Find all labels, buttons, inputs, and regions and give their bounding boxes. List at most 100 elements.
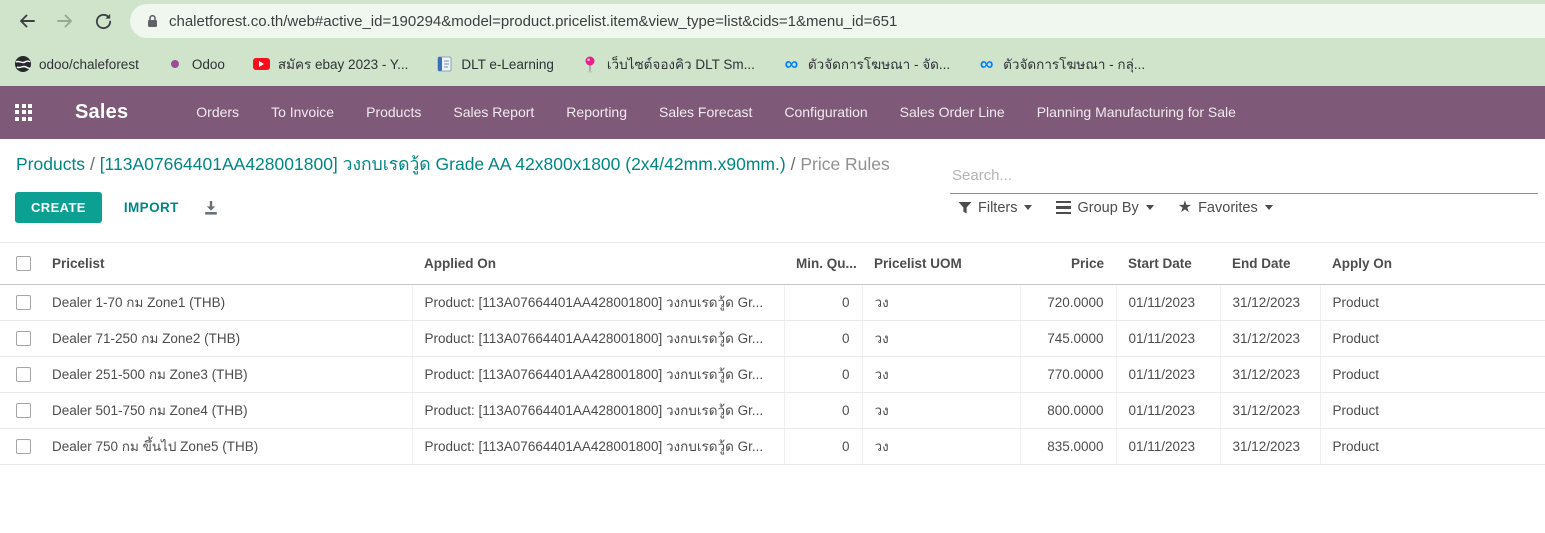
bookmark-dlt-elearning[interactable]: DLT e-Learning [436,56,554,73]
app-menus: Orders To Invoice Products Sales Report … [180,86,1252,139]
row-checkbox[interactable] [16,295,31,310]
table-row[interactable]: Dealer 750 กม ขึ้นไป Zone5 (THB) Product… [0,428,1545,464]
pin-icon [582,56,599,73]
bookmark-label: เว็บไซต์จองคิว DLT Sm... [607,53,755,75]
cell-pricelist: Dealer 750 กม ขึ้นไป Zone5 (THB) [40,428,412,464]
bookmark-odoo[interactable]: Odoo [167,56,225,73]
control-panel: CREATE IMPORT Filters Group By ★ Favorit… [15,192,1545,224]
cell-start-date: 01/11/2023 [1116,392,1220,428]
cell-min-qty: 0 [784,392,862,428]
import-button[interactable]: IMPORT [124,200,179,215]
menu-configuration[interactable]: Configuration [768,86,883,139]
bookmark-meta-ads-1[interactable]: ∞ ตัวจัดการโฆษณา - จัด... [783,53,950,75]
star-icon: ★ [1178,200,1192,216]
lock-icon[interactable] [146,14,159,28]
cell-pricelist: Dealer 1-70 กม Zone1 (THB) [40,284,412,320]
bookmark-meta-ads-2[interactable]: ∞ ตัวจัดการโฆษณา - กลุ่... [978,53,1145,75]
breadcrumb-current: Price Rules [800,154,889,174]
column-header-apply-on[interactable]: Apply On [1320,242,1545,284]
app-title[interactable]: Sales [75,101,128,124]
row-select-cell [0,392,40,428]
menu-products[interactable]: Products [350,86,437,139]
search-options: Filters Group By ★ Favorites [958,192,1297,224]
bookmark-ebay-youtube[interactable]: สมัคร ebay 2023 - Y... [253,53,409,75]
pricelist-table: Pricelist Applied On Min. Qu... Pricelis… [0,242,1545,465]
column-header-start-date[interactable]: Start Date [1116,242,1220,284]
menu-sales-forecast[interactable]: Sales Forecast [643,86,768,139]
favorites-dropdown[interactable]: ★ Favorites [1178,200,1273,216]
main-content: Products / [113A07664401AA428001800] วงก… [0,150,1545,533]
cell-price: 745.0000 [1020,320,1116,356]
table-row[interactable]: Dealer 1-70 กม Zone1 (THB) Product: [113… [0,284,1545,320]
cell-start-date: 01/11/2023 [1116,284,1220,320]
cell-apply-on: Product [1320,320,1545,356]
column-header-min-qty[interactable]: Min. Qu... [784,242,862,284]
bookmark-label: ตัวจัดการโฆษณา - จัด... [808,53,950,75]
meta-icon: ∞ [978,56,995,73]
cell-applied-on: Product: [113A07664401AA428001800] วงกบเ… [412,284,784,320]
url-text[interactable]: chaletforest.co.th/web#active_id=190294&… [169,13,897,30]
menu-orders[interactable]: Orders [180,86,255,139]
column-header-applied-on[interactable]: Applied On [412,242,784,284]
globe-icon [14,56,31,73]
select-all-checkbox[interactable] [16,256,31,271]
row-checkbox[interactable] [16,367,31,382]
column-header-price[interactable]: Price [1020,242,1116,284]
search-input[interactable] [950,161,1538,194]
cell-pricelist: Dealer 71-250 กม Zone2 (THB) [40,320,412,356]
chevron-down-icon [1265,205,1273,210]
row-checkbox[interactable] [16,331,31,346]
table-row[interactable]: Dealer 501-750 กม Zone4 (THB) Product: [… [0,392,1545,428]
cell-end-date: 31/12/2023 [1220,428,1320,464]
cell-uom: วง [862,356,1020,392]
browser-reload-icon[interactable] [84,4,122,38]
bookmark-odoo-chaleforest[interactable]: odoo/chaleforest [14,56,139,73]
breadcrumb-products-link[interactable]: Products [16,154,85,174]
breadcrumb-product-link[interactable]: [113A07664401AA428001800] วงกบเรดวู้ด Gr… [100,154,786,174]
select-all-cell [0,242,40,284]
menu-planning-manufacturing[interactable]: Planning Manufacturing for Sale [1021,86,1252,139]
menu-reporting[interactable]: Reporting [550,86,643,139]
cell-apply-on: Product [1320,284,1545,320]
meta-icon: ∞ [783,56,800,73]
table-header-row: Pricelist Applied On Min. Qu... Pricelis… [0,242,1545,284]
filters-dropdown[interactable]: Filters [958,200,1032,216]
bookmarks-bar: odoo/chaleforest Odoo สมัคร ebay 2023 - … [0,42,1545,86]
table-row[interactable]: Dealer 251-500 กม Zone3 (THB) Product: [… [0,356,1545,392]
table-row[interactable]: Dealer 71-250 กม Zone2 (THB) Product: [1… [0,320,1545,356]
cell-applied-on: Product: [113A07664401AA428001800] วงกบเ… [412,392,784,428]
browser-forward-icon[interactable] [46,4,84,38]
cell-pricelist: Dealer 251-500 กม Zone3 (THB) [40,356,412,392]
column-header-uom[interactable]: Pricelist UOM [862,242,1020,284]
menu-to-invoice[interactable]: To Invoice [255,86,350,139]
address-bar[interactable]: chaletforest.co.th/web#active_id=190294&… [130,4,1545,38]
breadcrumb-separator: / [791,154,801,174]
cell-end-date: 31/12/2023 [1220,392,1320,428]
menu-sales-report[interactable]: Sales Report [437,86,550,139]
cell-min-qty: 0 [784,428,862,464]
menu-sales-order-line[interactable]: Sales Order Line [884,86,1021,139]
chevron-down-icon [1024,205,1032,210]
create-button[interactable]: CREATE [15,192,102,223]
browser-back-icon[interactable] [8,4,46,38]
chevron-down-icon [1146,205,1154,210]
filter-funnel-icon [958,201,972,215]
column-header-pricelist[interactable]: Pricelist [40,242,412,284]
row-select-cell [0,428,40,464]
row-checkbox[interactable] [16,403,31,418]
group-by-dropdown[interactable]: Group By [1056,200,1153,216]
cell-end-date: 31/12/2023 [1220,356,1320,392]
export-download-icon[interactable] [203,200,219,216]
bookmark-dlt-booking[interactable]: เว็บไซต์จองคิว DLT Sm... [582,53,755,75]
cell-apply-on: Product [1320,428,1545,464]
cell-pricelist: Dealer 501-750 กม Zone4 (THB) [40,392,412,428]
cell-price: 720.0000 [1020,284,1116,320]
column-header-end-date[interactable]: End Date [1220,242,1320,284]
cell-price: 800.0000 [1020,392,1116,428]
row-checkbox[interactable] [16,439,31,454]
cell-applied-on: Product: [113A07664401AA428001800] วงกบเ… [412,356,784,392]
filters-label: Filters [978,200,1017,216]
apps-grid-icon[interactable] [15,104,33,122]
browser-chrome: chaletforest.co.th/web#active_id=190294&… [0,0,1545,86]
cell-price: 835.0000 [1020,428,1116,464]
